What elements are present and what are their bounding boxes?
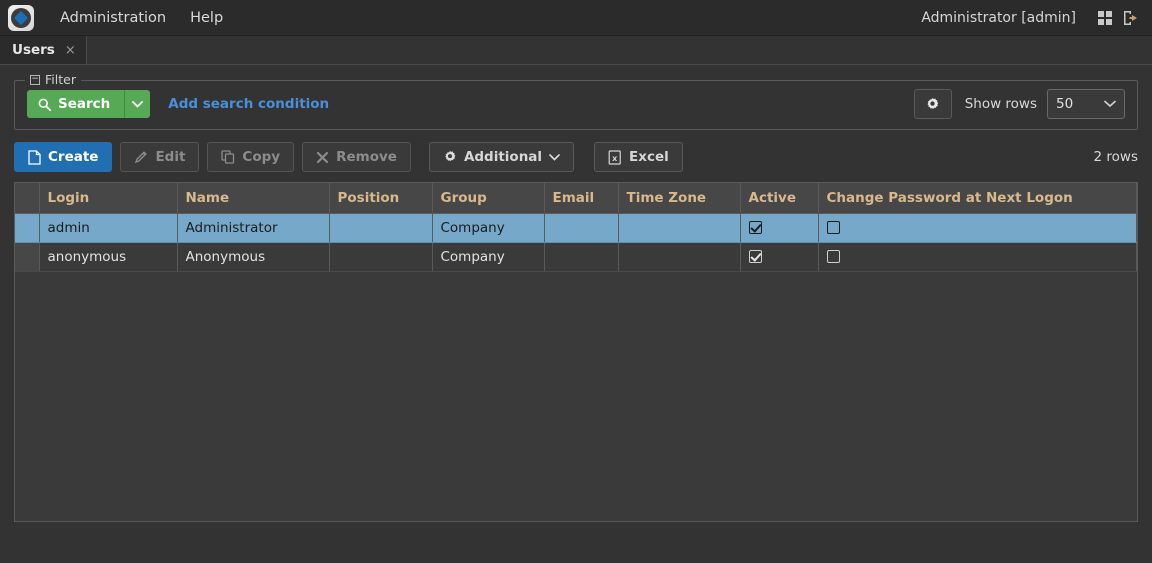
cell-active <box>740 213 819 243</box>
show-rows-label: Show rows <box>964 96 1037 112</box>
search-icon <box>38 98 51 111</box>
filter-panel-wrap: − Filter Search Add search condition Sho… <box>0 65 1152 130</box>
active-checkbox <box>748 250 762 263</box>
gear-icon <box>443 150 457 164</box>
column-header-time-zone[interactable]: Time Zone <box>618 183 741 214</box>
remove-button[interactable]: Remove <box>302 142 411 172</box>
action-toolbar: Create Edit Copy Remove Additional x Exc… <box>0 130 1152 172</box>
filter-legend-label: Filter <box>45 72 76 87</box>
cell-name: Administrator <box>177 213 330 243</box>
table-header-row: Login Name Position Group Email Time Zon… <box>15 183 1137 214</box>
create-button-label: Create <box>48 149 99 165</box>
document-icon <box>28 149 41 165</box>
copy-button[interactable]: Copy <box>207 142 295 172</box>
column-header-active[interactable]: Active <box>740 183 819 214</box>
cell-group: Company <box>432 242 545 272</box>
additional-button[interactable]: Additional <box>428 142 575 172</box>
tab-users-label: Users <box>12 42 55 58</box>
tab-users[interactable]: Users × <box>0 36 87 64</box>
additional-button-label: Additional <box>463 149 543 165</box>
tab-bar: Users × <box>0 36 1152 65</box>
column-header-group[interactable]: Group <box>432 183 545 214</box>
filter-collapse-icon[interactable]: − <box>30 74 40 85</box>
cell-group: Company <box>432 213 545 243</box>
top-bar: Administration Help Administrator [admin… <box>0 0 1152 36</box>
column-header-change-password[interactable]: Change Password at Next Logon <box>818 183 1137 214</box>
cell-login: admin <box>39 213 178 243</box>
cell-change-password <box>818 213 1137 243</box>
cell-time-zone <box>618 242 741 272</box>
show-rows-value: 50 <box>1056 96 1074 112</box>
copy-button-label: Copy <box>242 149 281 165</box>
tab-users-close-icon[interactable]: × <box>65 43 76 58</box>
table-row[interactable]: anonymous Anonymous Company <box>15 242 1137 272</box>
svg-text:x: x <box>612 153 618 162</box>
table-row[interactable]: admin Administrator Company <box>15 213 1137 243</box>
logout-icon[interactable] <box>1120 7 1142 29</box>
create-button[interactable]: Create <box>14 142 113 172</box>
cell-time-zone <box>618 213 741 243</box>
logo-ring <box>11 7 31 28</box>
cell-active <box>740 242 819 272</box>
filter-legend[interactable]: − Filter <box>25 72 81 87</box>
cell-position <box>329 242 433 272</box>
search-button-label: Search <box>58 96 111 112</box>
row-count-label: 2 rows <box>1093 149 1138 165</box>
show-rows-select[interactable]: 50 <box>1047 89 1125 119</box>
filter-row: Search Add search condition Show rows 50 <box>27 89 1125 119</box>
pencil-icon <box>134 150 148 164</box>
column-header-name[interactable]: Name <box>177 183 330 214</box>
remove-button-label: Remove <box>336 149 397 165</box>
filter-panel: − Filter Search Add search condition Sho… <box>14 72 1138 130</box>
row-selector-header <box>15 183 40 214</box>
excel-icon: x <box>608 149 622 165</box>
column-header-email[interactable]: Email <box>544 183 619 214</box>
add-search-condition-link[interactable]: Add search condition <box>168 96 329 112</box>
chevron-down-icon <box>1104 100 1116 108</box>
edit-button[interactable]: Edit <box>120 142 200 172</box>
row-selector-cell[interactable] <box>15 242 40 272</box>
close-x-icon <box>316 151 329 164</box>
table-body: admin Administrator Company anonymous An… <box>15 213 1137 272</box>
users-table-container[interactable]: Login Name Position Group Email Time Zon… <box>14 182 1138 522</box>
cell-email <box>544 242 619 272</box>
column-header-position[interactable]: Position <box>329 183 433 214</box>
cell-email <box>544 213 619 243</box>
row-selector-cell[interactable] <box>15 213 40 243</box>
users-table: Login Name Position Group Email Time Zon… <box>15 183 1137 272</box>
search-button-group[interactable]: Search <box>27 90 151 118</box>
current-user-label: Administrator [admin] <box>921 9 1076 26</box>
gear-icon[interactable] <box>913 89 952 119</box>
edit-button-label: Edit <box>155 149 186 165</box>
search-button[interactable]: Search <box>27 90 126 118</box>
nav-item-help[interactable]: Help <box>178 0 235 36</box>
change-password-checkbox <box>826 250 840 263</box>
search-dropdown-toggle[interactable] <box>125 90 151 118</box>
logo-diamond <box>13 10 29 25</box>
cell-change-password <box>818 242 1137 272</box>
change-password-checkbox <box>826 221 840 234</box>
tab-bar-empty-area <box>86 36 1152 64</box>
chevron-down-icon <box>549 153 560 161</box>
cell-position <box>329 213 433 243</box>
app-logo[interactable] <box>8 4 34 31</box>
column-header-login[interactable]: Login <box>39 183 178 214</box>
nav-item-administration[interactable]: Administration <box>48 0 178 36</box>
excel-button-label: Excel <box>629 149 669 165</box>
copy-icon <box>221 150 235 164</box>
cell-login: anonymous <box>39 242 178 272</box>
excel-button[interactable]: x Excel <box>594 142 683 172</box>
active-checkbox <box>748 221 762 234</box>
cell-name: Anonymous <box>177 242 330 272</box>
grid-apps-icon[interactable] <box>1094 7 1116 29</box>
